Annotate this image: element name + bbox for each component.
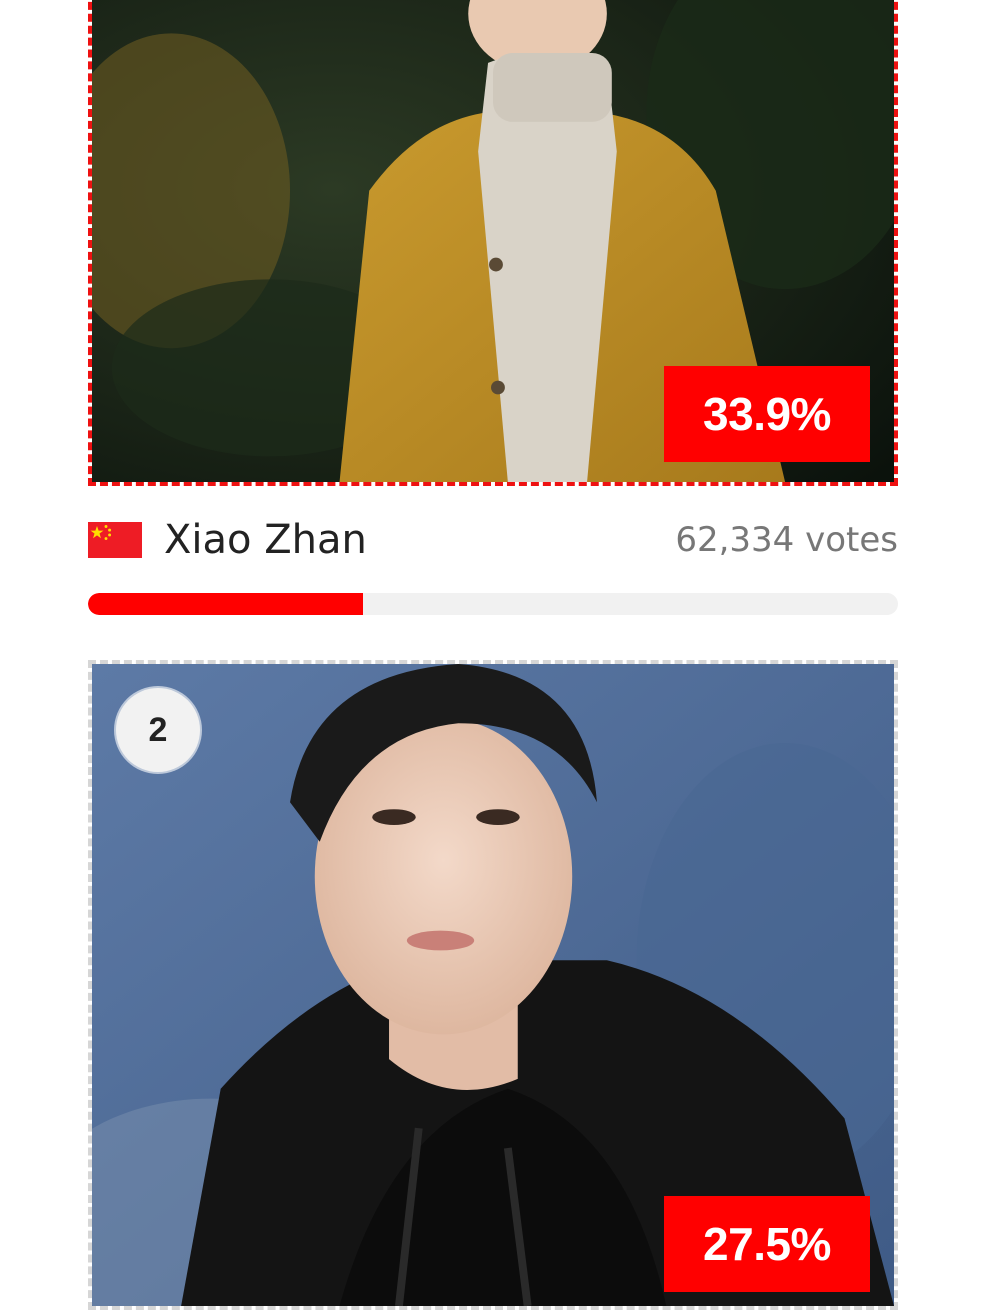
candidate-info-row: Xiao Zhan 62,334 votes: [88, 512, 898, 568]
vote-percentage-badge: 33.9%: [664, 366, 870, 462]
candidate-name[interactable]: Xiao Zhan: [164, 517, 367, 563]
vote-progress-fill: [88, 593, 363, 615]
vote-progress-bar: [88, 593, 898, 615]
vote-count: 62,334 votes: [675, 520, 898, 560]
vote-percentage-badge: 27.5%: [664, 1196, 870, 1292]
china-flag-icon: [88, 521, 142, 559]
candidate-card-xiao-zhan[interactable]: 33.9%: [88, 0, 898, 486]
candidate-card-2[interactable]: 2 27.5%: [88, 660, 898, 1310]
rank-badge: 2: [116, 688, 200, 772]
